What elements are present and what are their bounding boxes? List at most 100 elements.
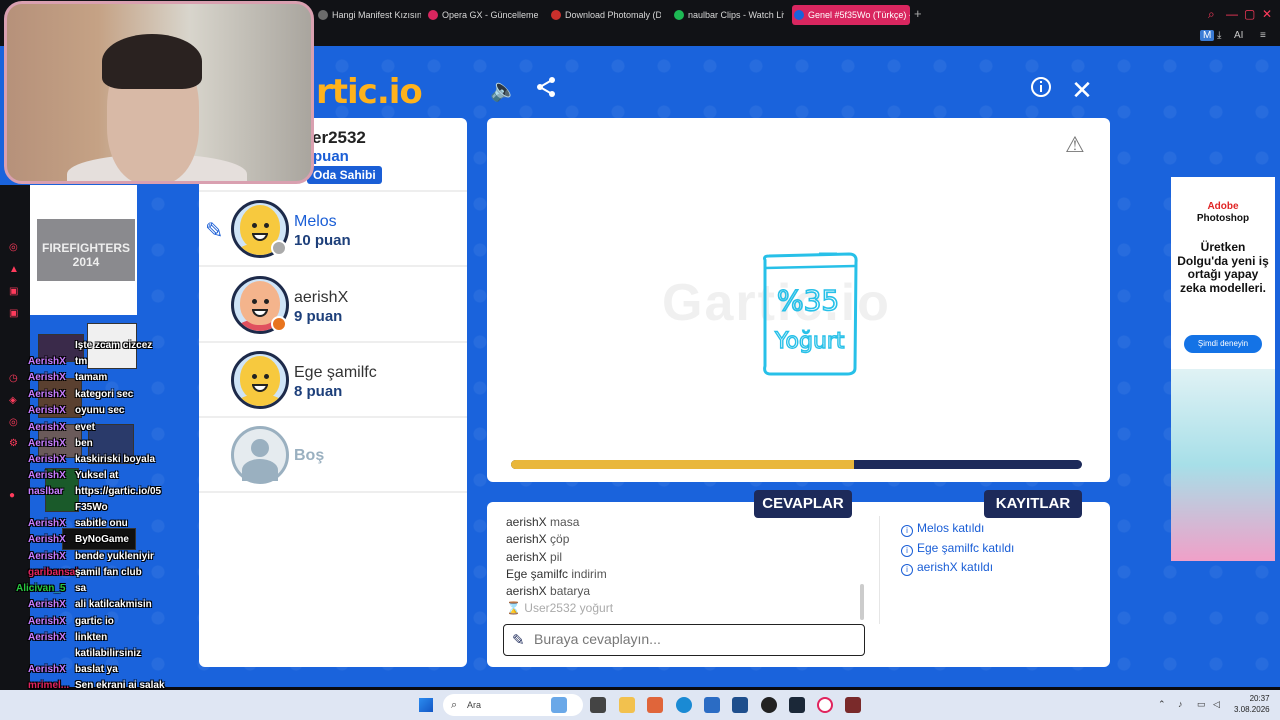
microphone-icon[interactable]: ● xyxy=(9,490,21,502)
chat-message: sa xyxy=(75,583,87,594)
log-text: katıldı xyxy=(982,540,1015,555)
empty-player-slot[interactable]: Boş xyxy=(199,418,467,493)
room-owner-badge: Oda Sahibi xyxy=(307,166,382,184)
ad-brand: Adobe xyxy=(1207,201,1239,212)
player-status-dot xyxy=(271,315,287,332)
advertisement[interactable]: Adobe Photoshop Üretken Dolgu'da yeni iş… xyxy=(1171,177,1275,561)
close-window-button[interactable]: ✕ xyxy=(1262,7,1272,21)
taskbar-app-4[interactable] xyxy=(704,697,720,713)
sidebar-icon-7[interactable]: ◎ xyxy=(9,417,21,429)
tab-logs[interactable]: KAYITLAR xyxy=(984,490,1082,518)
browser-tab[interactable]: Opera GX - Güncelleme ta xyxy=(426,5,538,25)
m-extension-icon[interactable]: M xyxy=(1200,30,1215,41)
taskbar-app-1[interactable] xyxy=(551,697,567,713)
network-icon[interactable]: ▭ xyxy=(1197,699,1206,710)
answer-input[interactable] xyxy=(534,631,854,647)
browser-tab[interactable]: Download Photomaly (Dem xyxy=(549,5,661,25)
sidebar-icon-6[interactable]: ◈ xyxy=(9,395,21,407)
share-icon[interactable] xyxy=(532,76,560,104)
answer-item: aerishX çöp xyxy=(506,531,856,548)
ad-image xyxy=(1171,369,1275,561)
taskbar-app-3[interactable] xyxy=(647,697,663,713)
taskbar-app-7[interactable] xyxy=(845,697,861,713)
system-clock[interactable]: 20:37 3.08.2026 xyxy=(1234,693,1270,715)
log-item: i Melos katıldı xyxy=(901,519,1014,539)
browser-tab[interactable]: Hangi Manifest Kızısın? - O xyxy=(316,5,421,25)
close-icon[interactable]: ✕ xyxy=(1068,76,1096,104)
browser-tab[interactable]: Genel #5f35Wo (Türkçe) - xyxy=(792,5,910,25)
chat-user: AerishX xyxy=(28,534,66,545)
chat-user: garibansal xyxy=(28,567,79,578)
taskbar-app-2[interactable] xyxy=(590,697,606,713)
answer-text: çöp xyxy=(550,532,570,547)
browser-tab-label: Hangi Manifest Kızısın? - O xyxy=(332,10,421,20)
ad-cta-button[interactable]: Şimdi deneyin xyxy=(1184,335,1262,353)
windows-taskbar: ⌕ Ara ⌃ ♪ ▭ ◁ 20:37 3.08.2026 xyxy=(0,690,1280,720)
taskbar-app-5[interactable] xyxy=(732,697,748,713)
steam-icon[interactable] xyxy=(789,697,805,713)
sidebar-icon-2[interactable]: ▲ xyxy=(9,264,21,276)
empty-slot-label: Boş xyxy=(294,447,325,464)
answer-user: aerishX xyxy=(506,549,547,564)
new-tab-button[interactable]: + xyxy=(914,6,922,21)
taskbar-app-6[interactable] xyxy=(761,697,777,713)
answer-text: pil xyxy=(550,549,563,564)
drawing-text-2: Yoğurt xyxy=(774,329,845,354)
search-icon: ⌕ xyxy=(451,699,458,711)
tab-answers[interactable]: CEVAPLAR xyxy=(754,490,852,518)
sidebar-icon-8[interactable]: ⚙ xyxy=(9,438,21,450)
sidebar-icon-3[interactable]: ▣ xyxy=(9,286,21,298)
sidebar-icon-5[interactable]: ◷ xyxy=(9,373,21,385)
log-text: katıldı xyxy=(952,521,985,535)
gartic-logo[interactable]: rtic.io xyxy=(316,72,423,112)
drawing-pencil-icon: ✎ xyxy=(205,218,224,243)
chat-message: https://gartic.io/05 xyxy=(75,486,162,497)
chat-message: linkten xyxy=(75,632,108,643)
player-avatar xyxy=(231,351,289,409)
player-points: 8 puan xyxy=(294,383,343,400)
sidebar-icon-4[interactable]: ▣ xyxy=(9,308,21,320)
info-icon[interactable] xyxy=(1027,76,1055,104)
tray-chevron-icon[interactable]: ⌃ xyxy=(1158,699,1166,710)
maximize-button[interactable]: ▢ xyxy=(1244,7,1255,21)
minimize-button[interactable]: — xyxy=(1226,7,1238,21)
log-user: aerishX xyxy=(917,560,958,574)
drawing-canvas[interactable]: ⚠ Gartic.io %35 Yoğurt xyxy=(487,118,1110,482)
answers-scrollbar[interactable] xyxy=(860,584,864,620)
start-button[interactable] xyxy=(419,698,433,712)
report-warning-icon[interactable]: ⚠ xyxy=(1065,132,1085,158)
mic-tray-icon[interactable]: ♪ xyxy=(1178,699,1183,709)
clock-time: 20:37 xyxy=(1249,694,1270,703)
answer-input-box[interactable]: ✎ xyxy=(503,624,865,656)
logs-list: i Melos katıldı i Ege şamilfc katıldı i aeris… xyxy=(901,519,1014,578)
chat-user: AerishX xyxy=(28,454,66,465)
chat-message: baslat ya xyxy=(75,664,118,675)
answers-list: aerishX masa aerishX çöp aerishX pil Ege şa… xyxy=(506,514,856,618)
edge-icon[interactable] xyxy=(676,697,692,713)
empty-avatar-icon xyxy=(231,426,289,484)
sidebar-icon-1[interactable]: ◎ xyxy=(9,242,21,254)
search-icon[interactable]: ⌕ xyxy=(1208,7,1215,22)
chat-message: kategori sec xyxy=(75,389,134,400)
chat-message: katilabilirsiniz xyxy=(75,648,142,659)
answer-text: yoğurt xyxy=(579,601,614,616)
chat-user: AerishX xyxy=(28,551,66,562)
player-row[interactable]: ✎ Melos 10 puan xyxy=(199,192,467,267)
ai-button[interactable]: AI xyxy=(1234,30,1243,41)
sound-icon[interactable]: 🔈 xyxy=(490,76,518,104)
chat-message: sabitle onu xyxy=(75,518,128,529)
chat-message: F35Wo xyxy=(75,502,108,513)
browser-tab[interactable]: naulbar Clips - Watch Live xyxy=(672,5,784,25)
chat-user: AerishX xyxy=(28,438,66,449)
chat-message: gartic io xyxy=(75,616,114,627)
chat-user: AerishX xyxy=(28,470,66,481)
menu-icon[interactable]: ≡ xyxy=(1260,30,1266,41)
player-row[interactable]: aerishX 9 puan xyxy=(199,268,467,343)
download-icon[interactable]: ⤓ xyxy=(1217,30,1221,41)
browser-tab-label: naulbar Clips - Watch Live xyxy=(688,10,784,20)
player-row[interactable]: Ege şamilfc 8 puan xyxy=(199,343,467,418)
opera-gx-icon[interactable] xyxy=(817,697,833,713)
file-explorer-icon[interactable] xyxy=(619,697,635,713)
log-user: Melos xyxy=(917,521,950,535)
volume-icon[interactable]: ◁ xyxy=(1213,699,1220,710)
